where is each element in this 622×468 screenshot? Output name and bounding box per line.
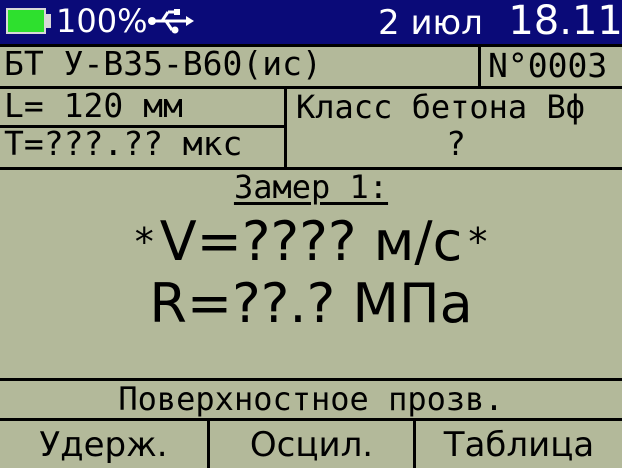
sensor-label: БТ У-В35-В60(ис)	[4, 44, 322, 83]
device-screen: 100% 2 июл 18.11 БТ У-В35-В60(ис) N°0003…	[0, 0, 622, 468]
velocity-marker-right: *	[468, 219, 488, 264]
velocity-value: V=???? м/с	[159, 210, 463, 273]
time-value: T=???.?? мкс	[4, 124, 243, 163]
concrete-class-label: Класс бетона Вф	[296, 88, 585, 126]
oscilloscope-button[interactable]: Осцил.	[210, 418, 416, 468]
device-number: N°0003	[488, 46, 608, 85]
status-bar: 100% 2 июл 18.11	[0, 0, 622, 44]
measurement-title-text: Замер 1:	[233, 168, 389, 206]
hold-button[interactable]: Удерж.	[0, 418, 210, 468]
concrete-class-value: ?	[446, 124, 466, 163]
divider	[284, 87, 287, 169]
strength-value: R=??.? МПа	[149, 272, 473, 335]
measurement-title: Замер 1:	[0, 168, 622, 206]
date: 2 июл	[378, 3, 483, 43]
date-time: 2 июл 18.11	[378, 0, 622, 44]
length-value: L= 120 мм	[4, 86, 183, 125]
mode-label: Поверхностное прозв.	[118, 380, 504, 418]
velocity-marker-left: *	[134, 219, 154, 264]
battery-tip	[46, 14, 51, 28]
time: 18.11	[508, 0, 622, 44]
table-button[interactable]: Таблица	[416, 418, 622, 468]
divider	[478, 46, 481, 86]
usb-icon	[148, 9, 194, 34]
velocity-row: * V=???? м/с *	[0, 210, 622, 273]
battery-percent: 100%	[56, 2, 148, 40]
battery-icon	[6, 8, 46, 34]
